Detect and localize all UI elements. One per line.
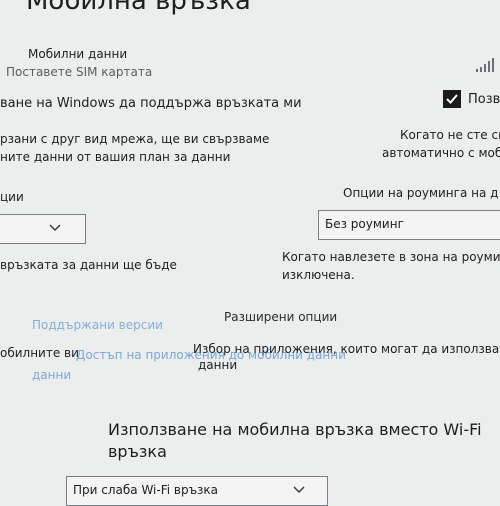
auto-switch-text-2: ните данни от вашия план за данни [0, 150, 231, 164]
roaming-options-label: Опции на роуминга на д [343, 186, 499, 200]
mobile-data-label: Мобилни данни [28, 47, 128, 61]
page-title: Мобилна връзка [26, 0, 251, 16]
keep-connected-checkbox[interactable] [443, 90, 461, 108]
checkmark-icon [446, 94, 458, 104]
roaming-info-1: Когато навлезете в зона на роуминг [282, 250, 500, 264]
roaming-dropdown-value: Без роуминг [325, 217, 404, 231]
chevron-down-icon [49, 224, 61, 231]
roaming-left-info: връзката за данни ще бъде [0, 258, 177, 272]
wifi-fallback-heading-1: Използване на мобилна връзка вместо Wi-F… [108, 420, 482, 439]
supported-versions-link[interactable]: Поддържани версии [32, 318, 163, 332]
mobile-data-status: Поставете SIM картата [6, 65, 153, 79]
roaming-info-2: изключена. [282, 268, 355, 282]
roaming-left-label: ции [0, 190, 24, 204]
mobile-data-left-text: обилните ви [0, 346, 79, 360]
keep-connected-label: ване на Windows да поддържа връзката ми [0, 96, 302, 111]
signal-bars-icon [476, 58, 494, 72]
auto-switch-right-2: автоматично с моб [382, 146, 500, 160]
wifi-fallback-heading-2: връзка [108, 442, 167, 461]
wifi-fallback-dropdown[interactable]: При слаба Wi-Fi връзка [66, 476, 328, 506]
auto-switch-right-1: Когато не сте св [400, 128, 500, 142]
keep-connected-checkbox-label: Позво [468, 92, 500, 107]
roaming-dropdown[interactable]: Без роуминг [318, 210, 500, 240]
left-dropdown[interactable] [0, 214, 86, 244]
data-link[interactable]: данни [32, 368, 71, 382]
chevron-down-icon [293, 486, 305, 493]
auto-switch-text-1: рзани с друг вид мрежа, ще ви свързваме [0, 132, 270, 146]
app-data-access-link[interactable]: Достъп на приложения до мобилни данни [76, 348, 346, 362]
wifi-fallback-dropdown-value: При слаба Wi-Fi връзка [73, 483, 219, 497]
advanced-options-link[interactable]: Разширени опции [224, 310, 337, 324]
